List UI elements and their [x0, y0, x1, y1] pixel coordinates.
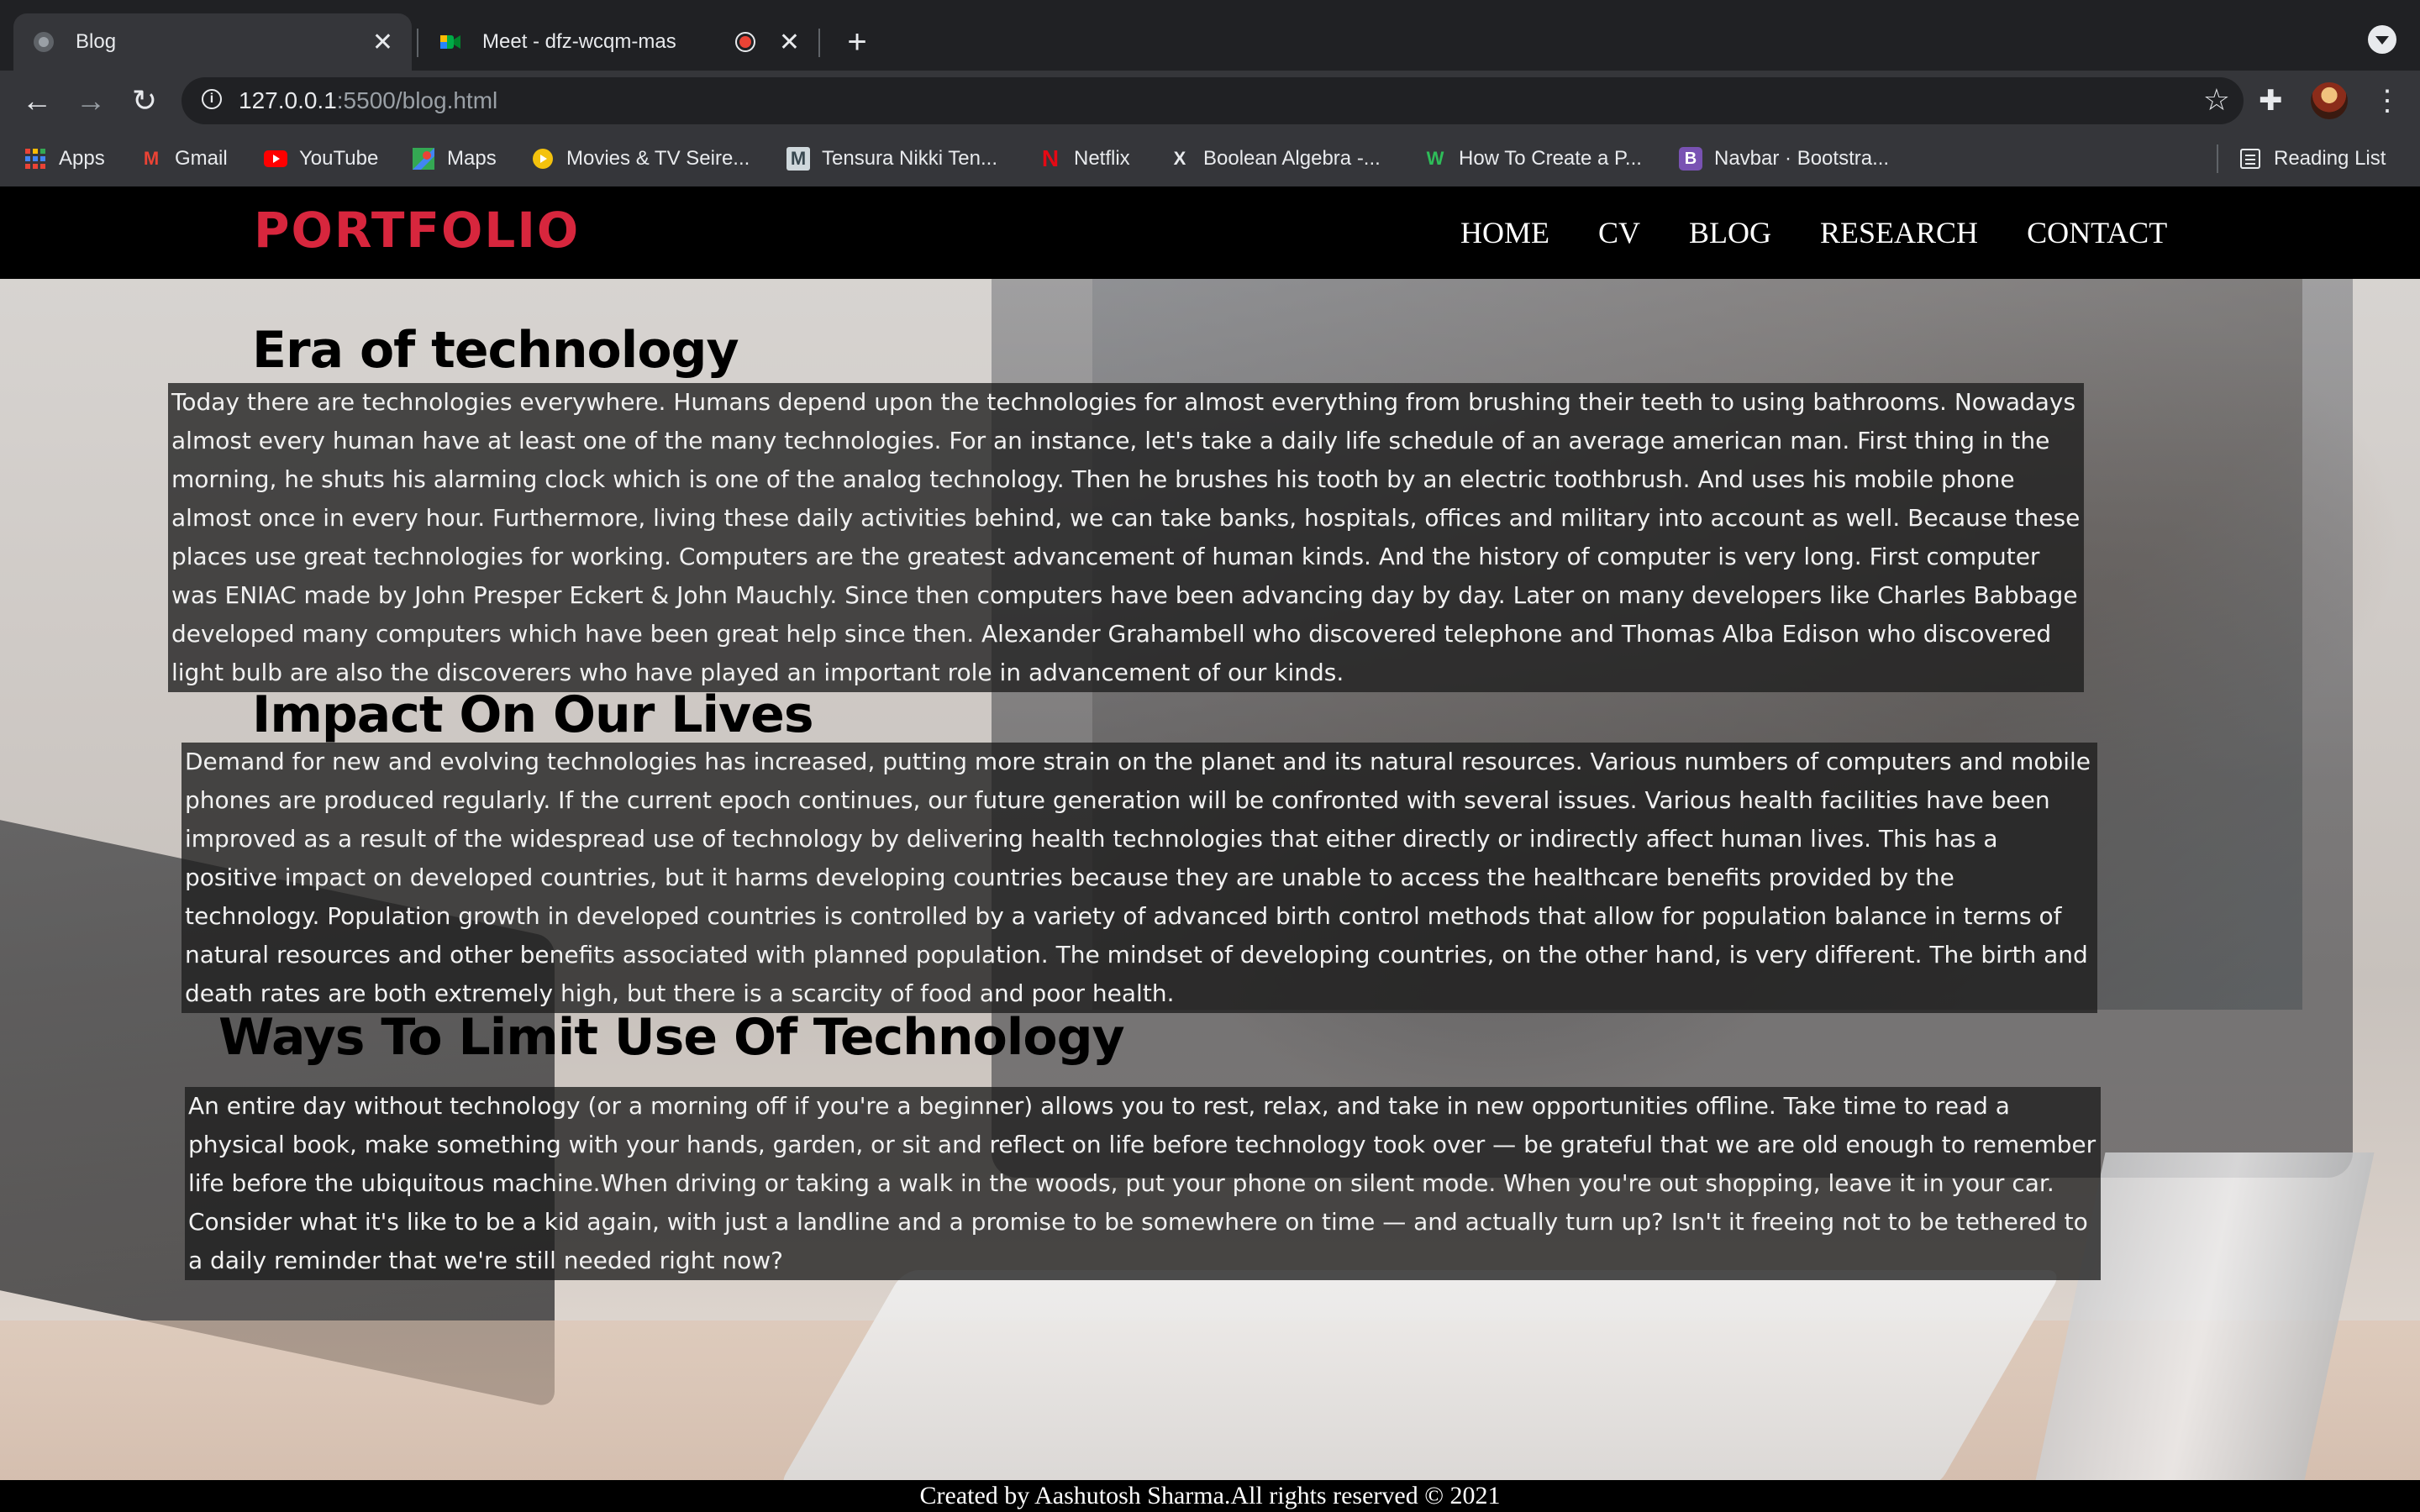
tab-title: Meet - dfz-wcqm-mas	[482, 30, 676, 53]
address-bar[interactable]: i 127.0.0.1:5500/blog.html ☆	[182, 77, 2244, 124]
section-body: Today there are technologies everywhere.…	[168, 383, 2084, 692]
new-tab-button[interactable]: +	[835, 20, 879, 64]
blog-page: PORTFOLIO HOME CV BLOG RESEARCH CONTACT …	[0, 186, 2420, 1512]
apps-grid-icon	[24, 147, 47, 171]
bookmark-star-icon[interactable]: ☆	[2203, 82, 2230, 118]
reading-list-label: Reading List	[2274, 147, 2386, 170]
tab-divider	[417, 29, 418, 57]
close-tab-icon[interactable]: ✕	[372, 28, 393, 57]
maps-icon	[412, 147, 435, 171]
site-brand[interactable]: PORTFOLIO	[254, 202, 580, 259]
bookmark-maps[interactable]: Maps	[412, 143, 497, 175]
url-text[interactable]: 127.0.0.1:5500/blog.html	[239, 87, 497, 114]
menu-kebab-icon[interactable]: ⋮	[2373, 82, 2402, 119]
back-icon[interactable]: ←	[15, 79, 59, 123]
site-navbar: PORTFOLIO HOME CV BLOG RESEARCH CONTACT	[0, 186, 2420, 279]
nav-contact[interactable]: CONTACT	[2027, 215, 2167, 250]
bookmark-label: YouTube	[299, 147, 379, 170]
section-heading: Era of technology	[252, 321, 739, 380]
nav-cv[interactable]: CV	[1598, 215, 1640, 250]
recording-icon	[734, 32, 755, 52]
bookmark-netflix[interactable]: N Netflix	[1039, 143, 1130, 175]
youtube-icon	[264, 147, 287, 171]
bookmarks-divider	[2217, 144, 2218, 173]
site-info-icon[interactable]: i	[202, 89, 222, 109]
close-tab-icon[interactable]: ✕	[779, 28, 800, 57]
browser-toolbar: ← → ↻ i 127.0.0.1:5500/blog.html ☆ ✚ ⋮	[0, 71, 2420, 131]
site-footer: Created by Aashutosh Sharma.All rights r…	[0, 1480, 2420, 1512]
bookmark-label: Gmail	[175, 147, 228, 170]
bookmark-label: Boolean Algebra -...	[1203, 147, 1381, 170]
reading-list-icon	[2238, 147, 2262, 171]
bookmark-label: Movies & TV Seire...	[566, 147, 750, 170]
bookmark-label: Netflix	[1074, 147, 1130, 170]
bookmark-tensura[interactable]: M Tensura Nikki Ten...	[786, 143, 997, 175]
bookmark-label: Apps	[59, 147, 105, 170]
gmail-icon: M	[143, 148, 160, 169]
bookmark-apps[interactable]: Apps	[24, 143, 105, 175]
section-body: An entire day without technology (or a m…	[185, 1087, 2101, 1280]
section-body: Demand for new and evolving technologies…	[182, 743, 2097, 1013]
bookmark-navbar[interactable]: B Navbar · Bootstra...	[1679, 143, 1889, 175]
bookmark-youtube[interactable]: YouTube	[264, 143, 378, 175]
globe-icon	[34, 32, 54, 52]
section-heading: Impact On Our Lives	[252, 685, 814, 744]
profile-avatar[interactable]	[2311, 82, 2348, 119]
nav-links: HOME CV BLOG RESEARCH CONTACT	[1460, 215, 2167, 250]
netflix-icon: N	[1041, 145, 1060, 171]
bookmark-label: How To Create a P...	[1459, 147, 1642, 170]
manga-icon: M	[786, 147, 810, 171]
tab-meet[interactable]: Meet - dfz-wcqm-mas ✕	[420, 13, 818, 71]
nav-blog[interactable]: BLOG	[1689, 215, 1771, 250]
wix-icon: W	[1426, 148, 1444, 169]
bookmark-boolean[interactable]: X Boolean Algebra -...	[1168, 143, 1381, 175]
reload-icon[interactable]: ↻	[123, 79, 166, 123]
bootstrap-icon: B	[1679, 147, 1702, 171]
boolean-icon: X	[1173, 148, 1186, 169]
bookmark-gmail[interactable]: M Gmail	[139, 143, 228, 175]
nav-research[interactable]: RESEARCH	[1820, 215, 1978, 250]
bookmark-label: Maps	[447, 147, 497, 170]
tab-title: Blog	[76, 30, 117, 53]
bookmark-movies[interactable]: Movies & TV Seire...	[531, 143, 750, 175]
bookmarks-bar: Apps M Gmail YouTube Maps Movies & TV Se…	[0, 131, 2420, 187]
extensions-puzzle-icon[interactable]: ✚	[2259, 84, 2283, 118]
tab-strip: Blog ✕ Meet - dfz-wcqm-mas ✕ +	[0, 0, 2420, 71]
background-photo	[776, 1270, 2064, 1488]
meet-icon	[440, 35, 460, 49]
section-heading: Ways To Limit Use Of Technology	[218, 1008, 1125, 1067]
reading-list[interactable]: Reading List	[2238, 143, 2386, 175]
bookmark-label: Navbar · Bootstra...	[1714, 147, 1890, 170]
forward-icon[interactable]: →	[69, 79, 113, 123]
bookmark-how-to[interactable]: W How To Create a P...	[1423, 143, 1642, 175]
tab-blog[interactable]: Blog ✕	[13, 13, 412, 71]
tab-search-icon[interactable]	[2368, 25, 2396, 54]
bookmark-label: Tensura Nikki Ten...	[822, 147, 997, 170]
tab-divider	[818, 29, 820, 57]
nav-home[interactable]: HOME	[1460, 215, 1549, 250]
movies-icon	[531, 147, 555, 171]
